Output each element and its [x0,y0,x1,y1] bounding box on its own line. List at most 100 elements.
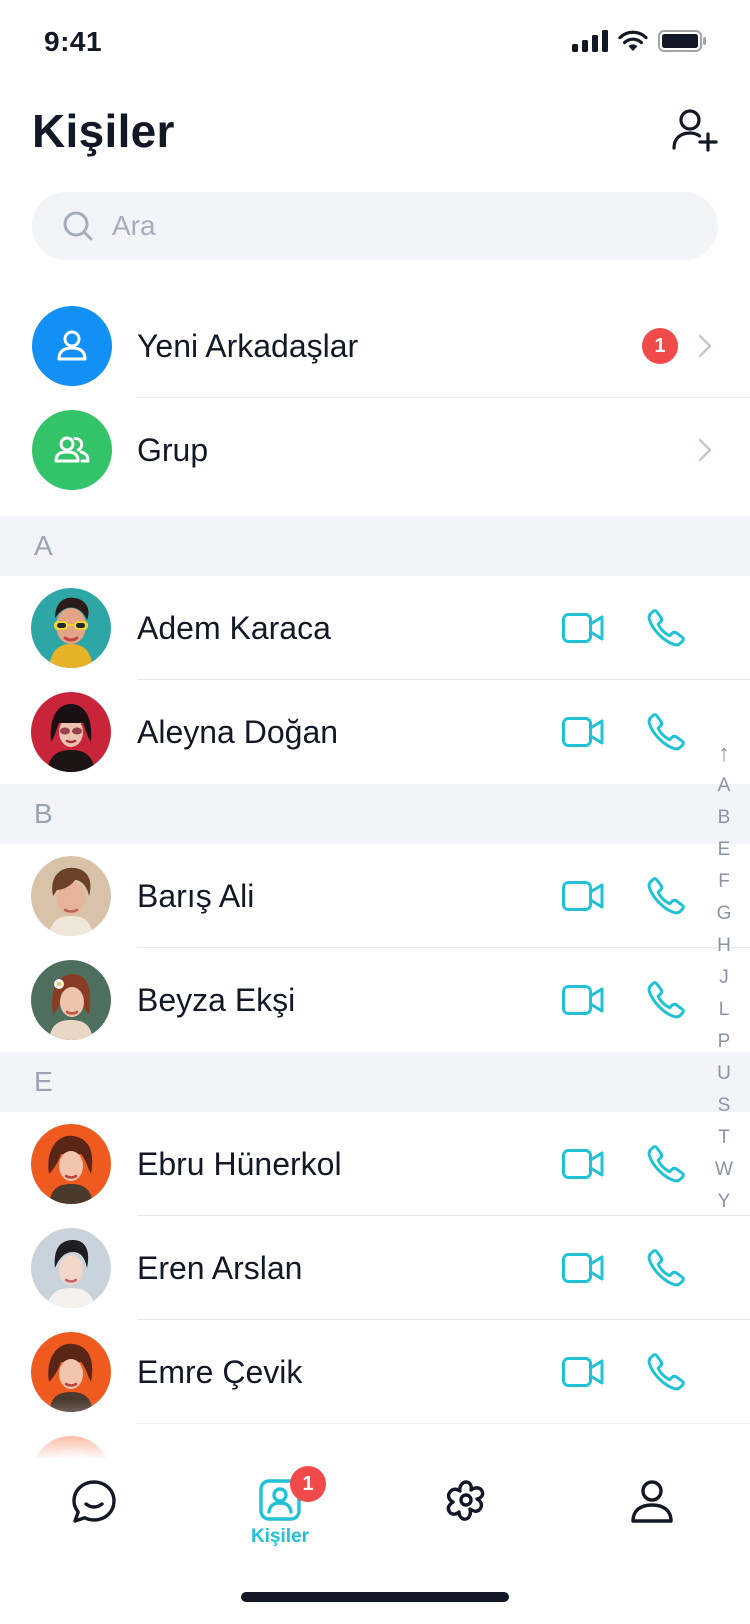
home-indicator [241,1592,509,1602]
tab-bar: Kişiler 1 [0,1458,750,1624]
new-friends-badge: 1 [642,328,678,364]
index-letter[interactable]: H [717,930,731,962]
phone-icon [647,713,685,751]
avatar [31,1228,111,1308]
avatar [31,692,111,772]
video-call-button[interactable] [561,978,605,1022]
contact-row[interactable]: Beyza Ekşi [0,948,750,1052]
add-user-icon [672,109,718,152]
contact-row[interactable]: Eren Arslan [0,1216,750,1320]
voice-call-button[interactable] [644,710,688,754]
video-call-button[interactable] [561,1246,605,1290]
contact-name: Barış Ali [137,877,255,914]
group-row[interactable]: Grup [0,398,750,502]
index-letter[interactable]: E [718,834,731,866]
index-letter[interactable]: G [717,898,732,930]
phone-icon [647,609,685,647]
battery-icon [658,30,706,52]
chevron-right-icon [698,334,712,358]
chevron-right-icon [698,438,712,462]
video-camera-icon [562,1357,604,1387]
page-title: Kişiler [32,105,175,157]
alphabet-index[interactable]: ↑ A B E F G H J L P U S T W Y [710,738,738,1218]
contact-name: Eren Arslan [137,1249,303,1286]
user-icon [57,330,87,361]
search-input[interactable] [112,210,652,242]
new-friends-row[interactable]: Yeni Arkadaşlar 1 [0,294,750,398]
tab-chats[interactable] [34,1478,154,1578]
video-camera-icon [562,985,604,1015]
index-letter[interactable]: J [719,962,729,994]
tab-profile[interactable] [592,1478,712,1578]
video-call-button[interactable] [561,606,605,650]
status-bar: 9:41 [0,0,750,88]
wifi-icon [618,30,648,51]
contact-name: Adem Karaca [137,609,331,646]
profile-icon [631,1480,673,1523]
video-call-button[interactable] [561,1350,605,1394]
section-header-b: B [0,784,750,844]
voice-call-button[interactable] [644,874,688,918]
index-top-arrow[interactable]: ↑ [718,738,730,770]
tab-contacts[interactable]: Kişiler 1 [220,1466,340,1578]
phone-icon [647,1353,685,1391]
phone-icon [647,981,685,1019]
header: Kişiler [32,96,718,176]
avatar [31,588,111,668]
video-call-button[interactable] [561,710,605,754]
tab-contacts-badge: 1 [290,1466,326,1502]
video-camera-icon [562,613,604,643]
voice-call-button[interactable] [644,1246,688,1290]
video-call-button[interactable] [561,874,605,918]
index-letter[interactable]: B [718,802,731,834]
chat-icon [72,1480,116,1523]
contact-name: Ebru Hünerkol [137,1145,342,1182]
section-header-a: A [0,516,750,576]
video-camera-icon [562,1149,604,1179]
index-letter[interactable]: Y [718,1186,731,1218]
index-letter[interactable]: F [718,866,730,898]
group-icon [54,436,90,463]
video-camera-icon [562,717,604,747]
video-camera-icon [562,881,604,911]
section-header-e: E [0,1052,750,1112]
tab-discover[interactable] [406,1478,526,1578]
signal-icon [572,30,608,52]
tab-contacts-label: Kişiler [250,1526,310,1547]
video-camera-icon [562,1253,604,1283]
search-icon [63,211,93,241]
phone-icon [647,1145,685,1183]
index-letter[interactable]: L [719,994,730,1026]
index-letter[interactable]: A [718,770,731,802]
voice-call-button[interactable] [644,1142,688,1186]
contact-row[interactable]: Adem Karaca [0,576,750,680]
video-call-button[interactable] [561,1142,605,1186]
phone-icon [647,877,685,915]
avatar [31,960,111,1040]
new-friends-avatar [32,306,112,386]
special-list: Yeni Arkadaşlar 1 Grup [0,294,750,502]
contact-row[interactable]: Barış Ali [0,844,750,948]
avatar [31,1124,111,1204]
add-contact-button[interactable] [670,106,718,154]
avatar [31,856,111,936]
contact-name: Emre Çevik [137,1353,303,1390]
contact-row[interactable]: Ebru Hünerkol [0,1112,750,1216]
index-letter[interactable]: P [718,1026,731,1058]
contact-row[interactable]: Aleyna Doğan [0,680,750,784]
phone-icon [647,1249,685,1287]
status-icons [572,30,706,52]
group-avatar [32,410,112,490]
voice-call-button[interactable] [644,606,688,650]
contact-name: Aleyna Doğan [137,713,339,750]
index-letter[interactable]: U [717,1058,731,1090]
voice-call-button[interactable] [644,978,688,1022]
index-letter[interactable]: S [718,1090,731,1122]
contact-name: Beyza Ekşi [137,981,296,1018]
flower-icon [446,1480,485,1521]
new-friends-label: Yeni Arkadaşlar [137,327,359,364]
index-letter[interactable]: W [715,1154,733,1186]
scroll-fade [0,1400,750,1460]
voice-call-button[interactable] [644,1350,688,1394]
index-letter[interactable]: T [718,1122,730,1154]
